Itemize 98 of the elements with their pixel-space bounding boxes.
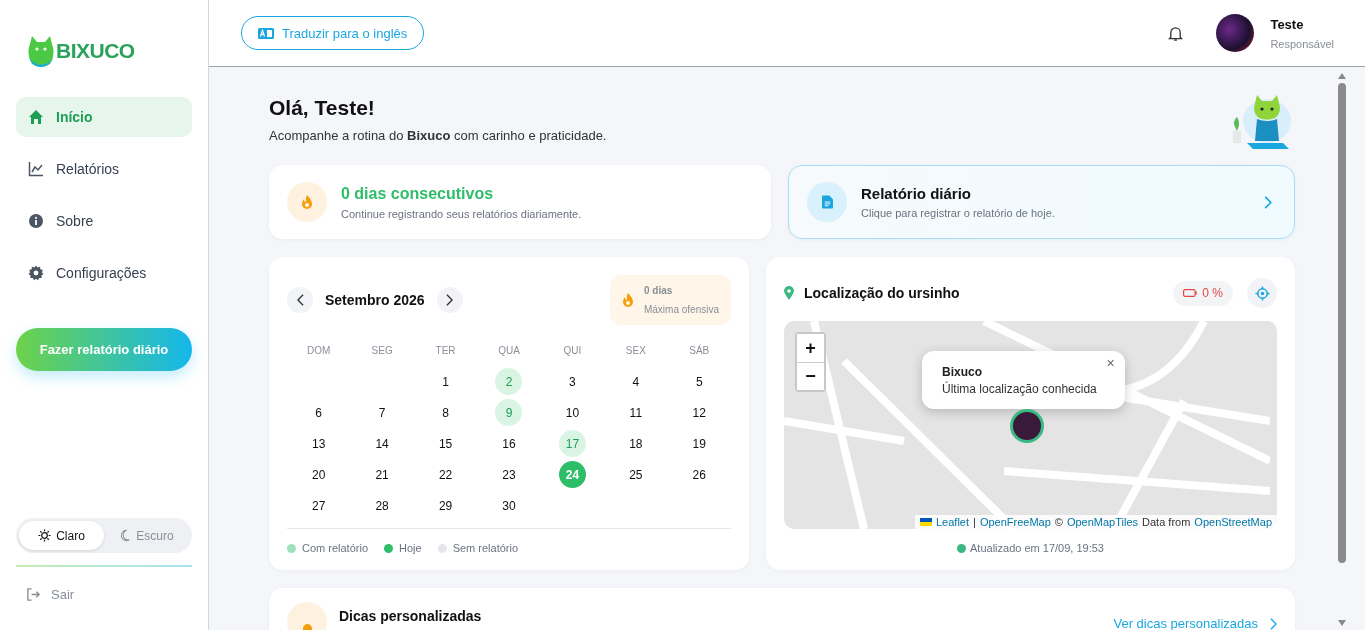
- popup-title: Bixuco: [942, 365, 983, 379]
- calendar-day[interactable]: 8: [432, 399, 460, 426]
- attribution-link[interactable]: OpenFreeMap: [979, 516, 1051, 528]
- max-streak-label: Máxima ofensiva: [643, 304, 719, 315]
- flame-icon: [301, 195, 313, 209]
- weekday-label: SEX: [624, 345, 647, 356]
- attribution-link[interactable]: Leaflet: [936, 516, 969, 528]
- month-title: Setembro 2026: [325, 292, 425, 308]
- chevron-left-icon: [296, 294, 304, 306]
- report-title: Relatório diário: [861, 185, 973, 202]
- theme-option[interactable]: Claro: [19, 521, 104, 550]
- close-button[interactable]: ×: [1104, 355, 1117, 371]
- calendar-day[interactable]: 16: [495, 430, 523, 457]
- location-title: Localização do ursinho: [804, 285, 960, 301]
- calendar-day[interactable]: 23: [495, 461, 523, 488]
- calendar-day[interactable]: 15: [432, 430, 460, 457]
- attribution-link[interactable]: OpenMapTiles: [1066, 516, 1139, 528]
- calendar-day[interactable]: 22: [432, 461, 460, 488]
- avatar[interactable]: [1216, 14, 1255, 52]
- streak-subtitle: Continue registrando seus relatórios diariamente.: [341, 207, 582, 220]
- legend-label: Hoje: [399, 542, 422, 554]
- zoom-out-button[interactable]: −: [797, 362, 824, 390]
- calendar-day[interactable]: 1: [432, 368, 460, 395]
- chevron-right-icon: [1270, 618, 1277, 630]
- status-dot: [957, 543, 967, 553]
- calendar-day[interactable]: 20: [305, 461, 333, 488]
- chevron-right-icon: [446, 294, 454, 306]
- location-pin-icon: [784, 286, 794, 300]
- tips-title: Dicas personalizadas: [339, 608, 482, 624]
- streak-title: 0 dias consecutivos: [341, 184, 495, 203]
- battery-icon: [1183, 289, 1198, 297]
- calendar-day[interactable]: 6: [305, 399, 333, 426]
- previous-month-button[interactable]: [287, 287, 313, 313]
- nav-item[interactable]: Sobre: [16, 201, 192, 241]
- attribution-text: |: [973, 516, 976, 528]
- weekday-label: QUI: [562, 345, 583, 356]
- scroll-down-arrow-icon[interactable]: [1338, 620, 1346, 626]
- legend-label: Sem relatório: [452, 542, 519, 554]
- map-marker[interactable]: [1010, 409, 1044, 443]
- map-placeholder[interactable]: + − Bixuco Última localização conhecida × Leaflet | OpenFreeMap © OpenMapTiles Data from OpenStreetMap: [784, 321, 1277, 529]
- flame-icon: [621, 293, 634, 307]
- translate-icon: [258, 27, 274, 39]
- calendar-day[interactable]: 4: [622, 368, 650, 395]
- calendar-day[interactable]: 29: [432, 492, 460, 519]
- calendar-day[interactable]: 7: [368, 399, 396, 426]
- weekday-label: QUA: [497, 345, 521, 356]
- calendar-day[interactable]: 13: [305, 430, 333, 457]
- user-role: Responsável: [1270, 37, 1334, 50]
- settings-icon: [28, 265, 44, 281]
- crosshair-icon: [1254, 285, 1270, 301]
- cat-logo-icon: [26, 34, 56, 68]
- report-subtitle: Clique para registrar o relatório de hoje.: [861, 207, 1056, 219]
- scroll-up-arrow-icon[interactable]: [1338, 73, 1346, 79]
- attribution-text: Data from: [1142, 516, 1191, 528]
- calendar-day[interactable]: 21: [368, 461, 396, 488]
- calendar-day[interactable]: 10: [558, 399, 586, 426]
- calendar-day[interactable]: 26: [685, 461, 713, 488]
- flag-icon: [920, 518, 932, 526]
- weekday-label: TER: [434, 345, 457, 356]
- user-name: Teste: [1270, 16, 1305, 32]
- info-icon: [28, 213, 44, 229]
- weekday-label: SEG: [370, 345, 394, 356]
- greeting-subtitle: Acompanhe a rotina do Bixuco com carinho e praticidade.: [269, 128, 607, 143]
- calendar-day[interactable]: 3: [558, 368, 586, 395]
- daily-report-card[interactable]: Relatório diário Clique para registrar o relatório de hoje.: [788, 165, 1295, 239]
- sun-icon: [38, 529, 52, 542]
- home-icon: [28, 109, 44, 125]
- next-month-button[interactable]: [436, 287, 463, 313]
- chevron-right-icon: [1264, 195, 1272, 209]
- calendar-day[interactable]: 12: [685, 399, 713, 426]
- popup-text: Última localização conhecida: [942, 382, 1097, 396]
- notification-bell-icon[interactable]: [1168, 24, 1184, 42]
- legend-label: Com relatório: [302, 542, 369, 554]
- locate-button[interactable]: [1247, 278, 1277, 308]
- line-chart-icon: [28, 161, 44, 177]
- nav-item[interactable]: Configurações: [16, 253, 192, 293]
- logo-text: BIXUCO: [56, 39, 135, 63]
- battery-badge: 0 %: [1173, 280, 1233, 306]
- weekday-label: DOM: [306, 345, 332, 356]
- calendar-day[interactable]: 11: [622, 399, 650, 426]
- calendar-day[interactable]: 18: [622, 430, 650, 457]
- weekday-label: SÁB: [688, 345, 711, 356]
- attribution-link[interactable]: OpenStreetMap: [1194, 516, 1272, 528]
- updated-text: Atualizado em 17/09, 19:53: [970, 542, 1104, 554]
- calendar-day[interactable]: 19: [685, 430, 713, 457]
- calendar-day[interactable]: 5: [685, 368, 713, 395]
- calendar-day[interactable]: 25: [622, 461, 650, 488]
- attribution-text: ©: [1054, 516, 1063, 528]
- logout-icon: [26, 587, 41, 602]
- calendar-day[interactable]: 30: [495, 492, 523, 519]
- greeting-title: Olá, Teste!: [269, 96, 376, 120]
- nav-item[interactable]: Relatórios: [16, 149, 192, 189]
- calendar-day[interactable]: 14: [368, 430, 396, 457]
- calendar-day[interactable]: 28: [368, 492, 396, 519]
- document-icon: [821, 195, 833, 209]
- moon-icon: [119, 529, 132, 542]
- max-streak-value: 0 dias: [643, 285, 674, 296]
- calendar-day[interactable]: 27: [305, 492, 333, 519]
